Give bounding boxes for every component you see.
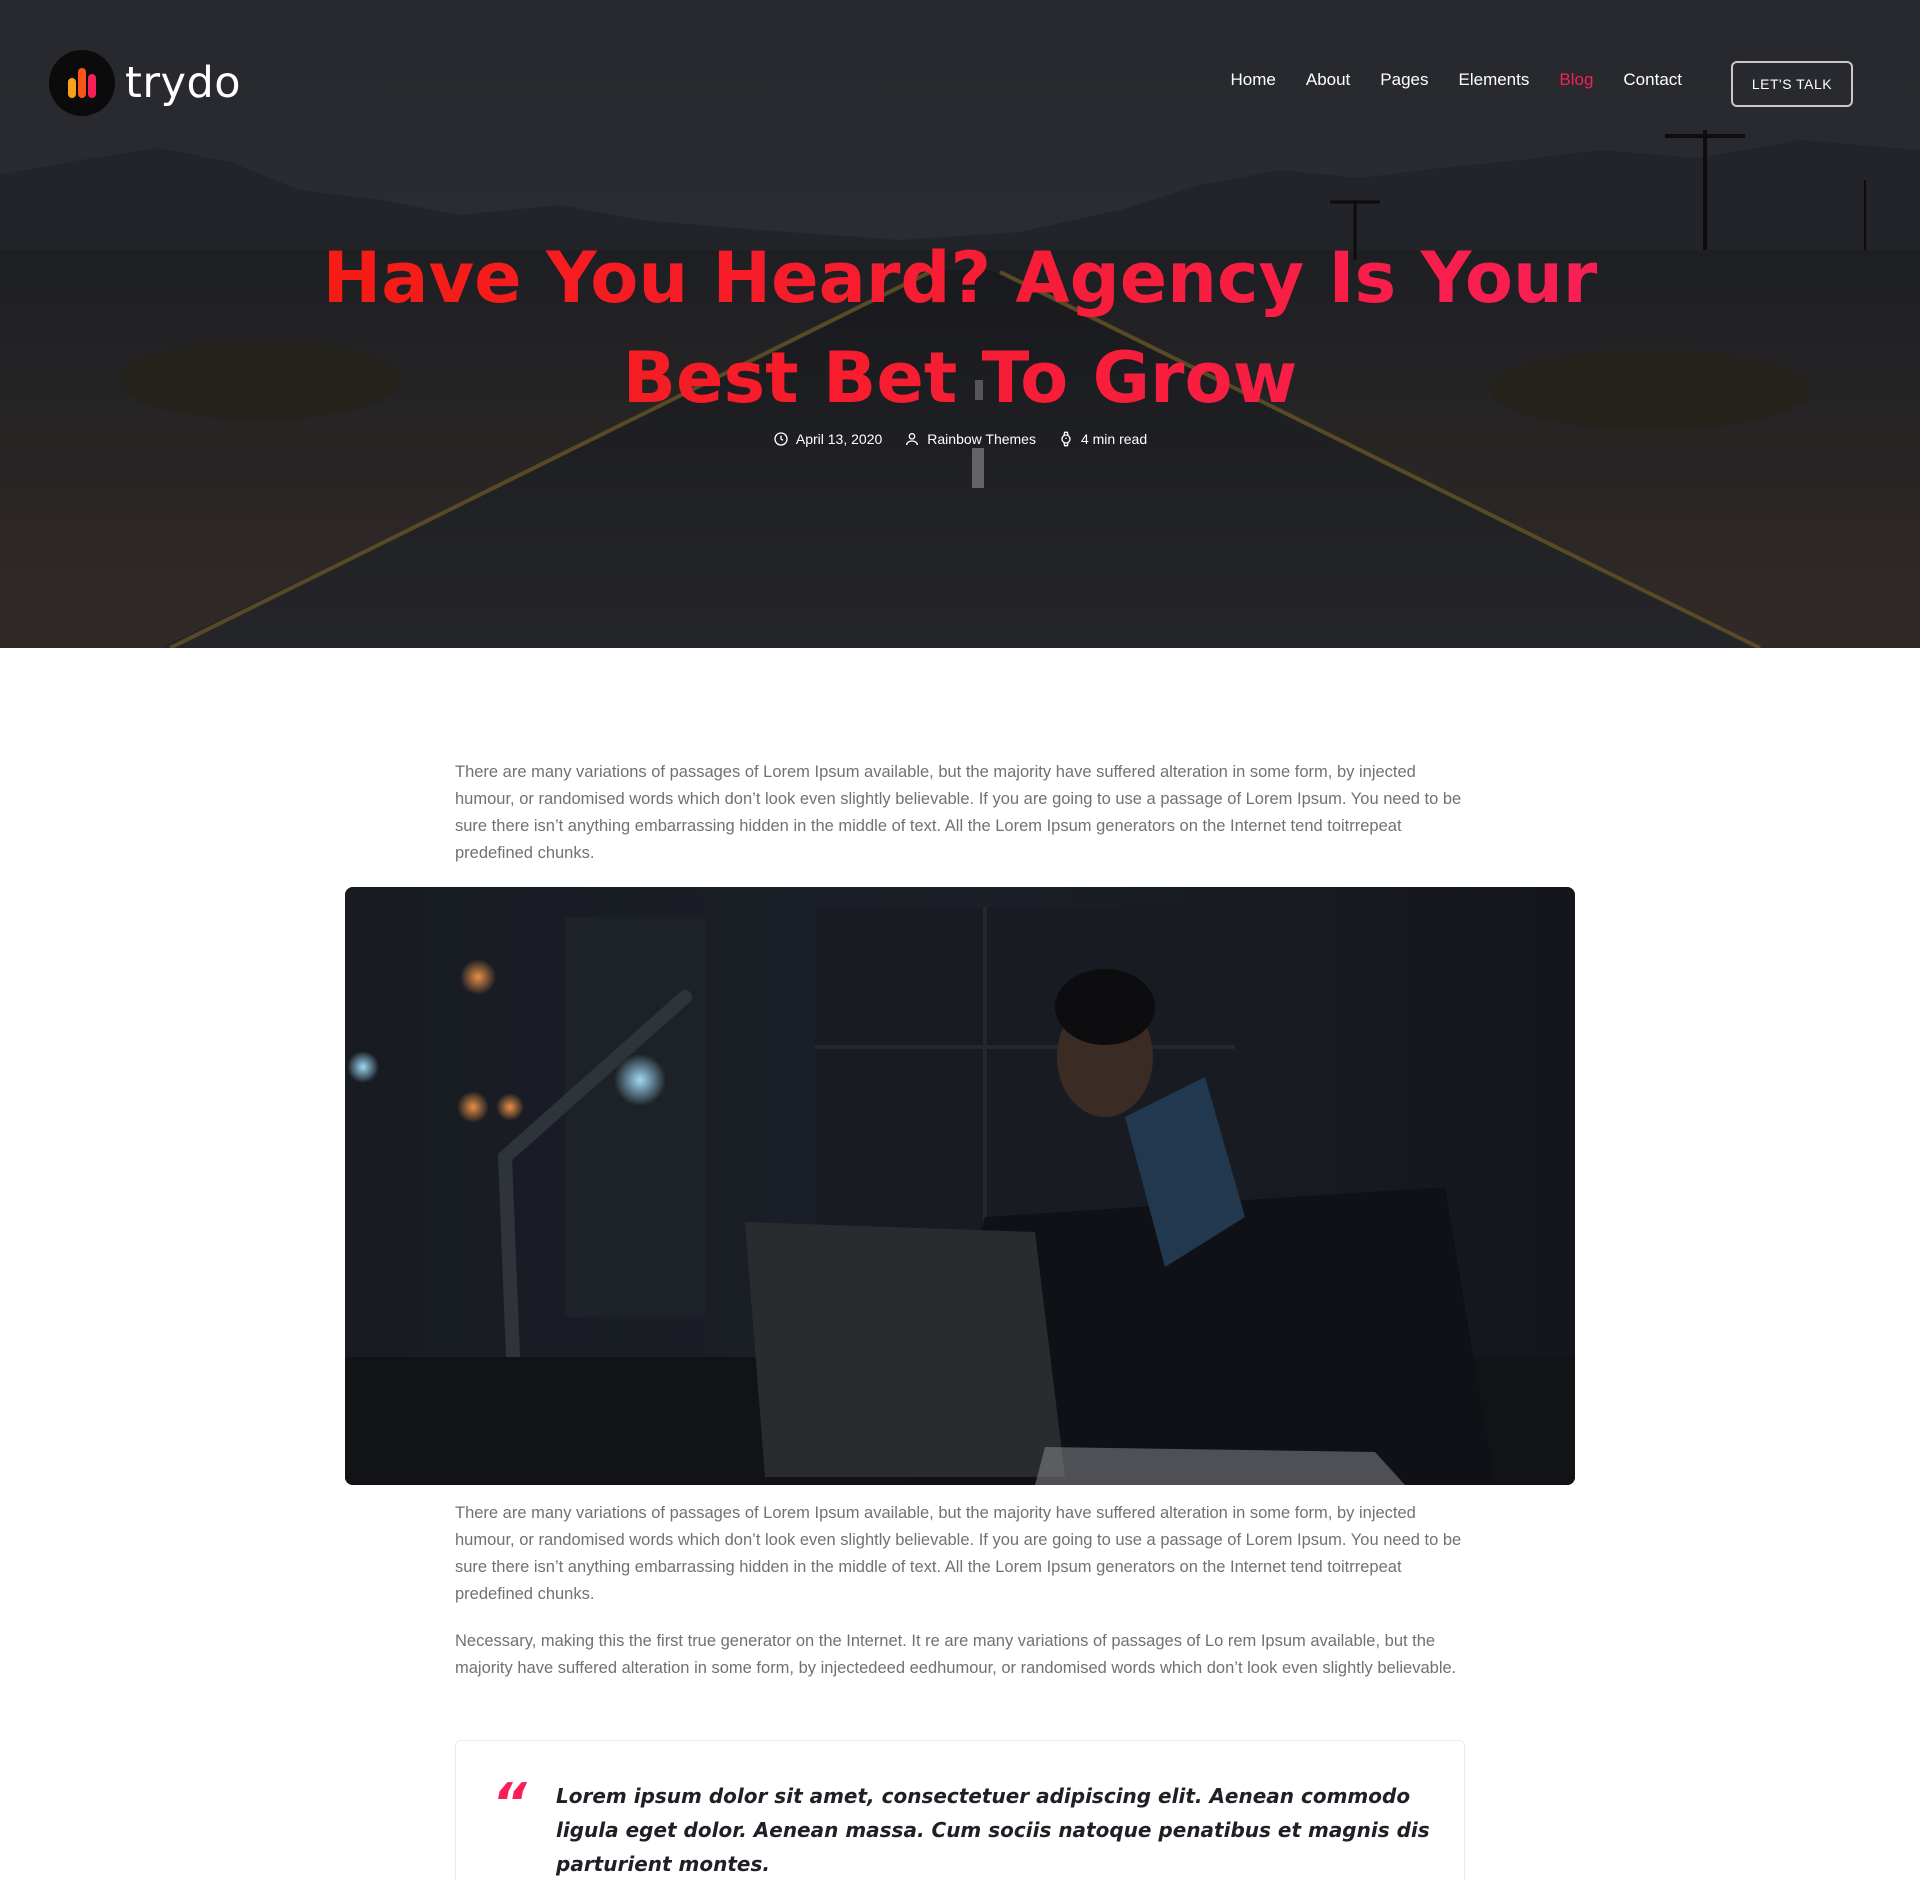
logo[interactable]: trydo	[49, 50, 241, 116]
hero-banner: trydo Home About Pages Elements Blog Con…	[0, 0, 1920, 648]
article-blockquote: “ Lorem ipsum dolor sit amet, consectetu…	[455, 1740, 1465, 1880]
quote-icon: “	[492, 1772, 527, 1835]
post-date: April 13, 2020	[773, 431, 882, 447]
user-icon	[906, 433, 919, 446]
article-image	[345, 887, 1575, 1485]
post-read-time-text: 4 min read	[1080, 431, 1148, 447]
nav-elements[interactable]: Elements	[1459, 70, 1530, 90]
nav-home[interactable]: Home	[1231, 70, 1276, 90]
title-line-2: Best Bet To Grow	[622, 337, 1298, 419]
article-paragraph-1: There are many variations of passages of…	[455, 763, 1462, 862]
site-header: trydo Home About Pages Elements Blog Con…	[0, 0, 1920, 170]
post-date-text: April 13, 2020	[795, 431, 883, 447]
article-paragraph-3: Necessary, making this the first true ge…	[455, 1632, 1457, 1677]
main-nav: Home About Pages Elements Blog Contact	[1231, 70, 1683, 90]
title-line-1: Have You Heard? Agency Is Your	[322, 237, 1598, 319]
lets-talk-button[interactable]: LET'S TALK	[1731, 61, 1853, 107]
quote-text: Lorem ipsum dolor sit amet, consectetuer…	[556, 1784, 1430, 1876]
post-author-text: Rainbow Themes	[927, 431, 1036, 447]
nav-pages[interactable]: Pages	[1380, 70, 1428, 90]
brand-name: trydo	[125, 58, 242, 108]
clock-icon	[774, 432, 788, 446]
logo-mark-icon	[49, 50, 115, 116]
watch-icon	[1061, 431, 1071, 447]
nav-blog[interactable]: Blog	[1559, 70, 1593, 90]
article-paragraph-2: There are many variations of passages of…	[455, 1504, 1462, 1603]
page-title: Have You Heard? Agency Is Your Best Bet …	[260, 228, 1660, 428]
post-meta: April 13, 2020 Rainbow Themes 4 min read	[0, 431, 1920, 447]
nav-contact[interactable]: Contact	[1623, 70, 1682, 90]
man-at-laptop-image	[345, 887, 1575, 1485]
post-author[interactable]: Rainbow Themes	[904, 431, 1036, 447]
nav-about[interactable]: About	[1306, 70, 1350, 90]
post-read-time: 4 min read	[1058, 431, 1147, 447]
